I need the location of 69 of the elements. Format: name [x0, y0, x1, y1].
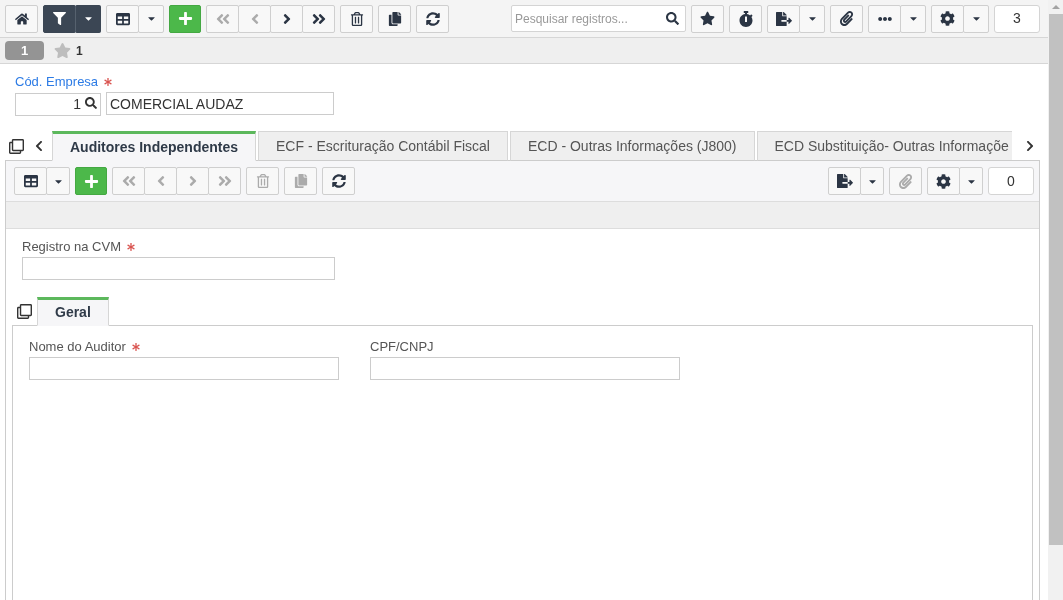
field-label: CPF/CNPJ — [370, 338, 434, 357]
table-icon — [23, 174, 38, 188]
file-export-icon — [836, 173, 853, 189]
tab[interactable]: Geral — [37, 297, 109, 326]
copy-button[interactable] — [378, 4, 411, 33]
settings-button[interactable] — [931, 4, 964, 33]
copy-icon[interactable] — [17, 304, 32, 319]
chevron-right-icon[interactable] — [1024, 140, 1036, 152]
search-field[interactable]: Pesquisar registros... — [511, 5, 686, 32]
delete-button[interactable] — [340, 4, 373, 33]
view-button[interactable] — [106, 4, 139, 33]
favorites-count: 1 — [76, 42, 83, 60]
more-button[interactable] — [868, 4, 901, 33]
field-label: Cód. Empresa — [15, 73, 99, 92]
dropdown-button[interactable] — [75, 4, 101, 33]
timer-button[interactable] — [729, 4, 762, 33]
field-label: Nome do Auditor — [29, 338, 126, 357]
refresh-icon — [425, 11, 440, 26]
next-button[interactable] — [270, 4, 303, 33]
scroll-up-arrow-icon[interactable] — [1051, 5, 1060, 9]
copy-icon — [293, 174, 308, 188]
tab[interactable]: ECD Substituição- Outras Informaçõe — [756, 131, 1012, 161]
settings-button[interactable] — [927, 167, 960, 195]
paperclip-icon — [839, 11, 854, 26]
search-icon — [666, 12, 679, 25]
chevron-left-icon[interactable] — [33, 140, 45, 152]
home-button[interactable] — [5, 4, 38, 33]
code-field[interactable]: 1 — [15, 92, 101, 116]
input-field[interactable] — [370, 357, 680, 380]
refresh-icon — [331, 174, 346, 188]
star-icon[interactable] — [54, 42, 71, 59]
copy-icon — [387, 11, 402, 26]
tab[interactable]: ECD - Outras Informações (J800) — [510, 131, 755, 161]
file-export-icon — [775, 10, 792, 27]
refresh-button[interactable] — [416, 4, 449, 33]
filter-icon — [53, 12, 66, 25]
export-button[interactable] — [828, 167, 861, 195]
view-button[interactable] — [14, 167, 47, 195]
export-button[interactable] — [767, 4, 800, 33]
double-chevron-right-icon — [216, 173, 233, 189]
record-count: 3 — [994, 4, 1040, 33]
add-button[interactable] — [169, 4, 201, 33]
input-field[interactable] — [22, 257, 335, 280]
search-icon[interactable] — [85, 97, 97, 109]
paperclip-icon — [898, 173, 913, 189]
table-icon — [115, 11, 130, 26]
double-chevron-left-icon — [120, 173, 137, 189]
refresh-button[interactable] — [322, 167, 355, 195]
input-field[interactable] — [29, 357, 339, 380]
trash-icon — [349, 11, 364, 26]
plus-icon — [83, 173, 99, 189]
tab[interactable]: Auditores Independentes — [52, 131, 257, 161]
record-count: 0 — [988, 167, 1034, 195]
copy-icon[interactable] — [9, 138, 24, 154]
stopwatch-icon — [737, 10, 754, 27]
attach-button[interactable] — [830, 4, 863, 33]
favorite-button[interactable] — [691, 4, 724, 33]
home-icon — [14, 11, 29, 26]
field-label: Registro na CVM — [22, 238, 121, 257]
tab[interactable]: ECF - Escrituração Contábil Fiscal — [258, 131, 508, 161]
star-icon — [700, 11, 715, 26]
company-name-field[interactable]: COMERCIAL AUDAZ — [106, 92, 334, 115]
settings-icon — [940, 11, 955, 26]
last-button[interactable] — [302, 4, 335, 33]
add-button[interactable] — [75, 167, 107, 195]
filter-button[interactable] — [43, 4, 76, 33]
settings-icon — [936, 173, 951, 189]
plus-icon — [177, 11, 193, 26]
trash-icon — [255, 174, 270, 188]
